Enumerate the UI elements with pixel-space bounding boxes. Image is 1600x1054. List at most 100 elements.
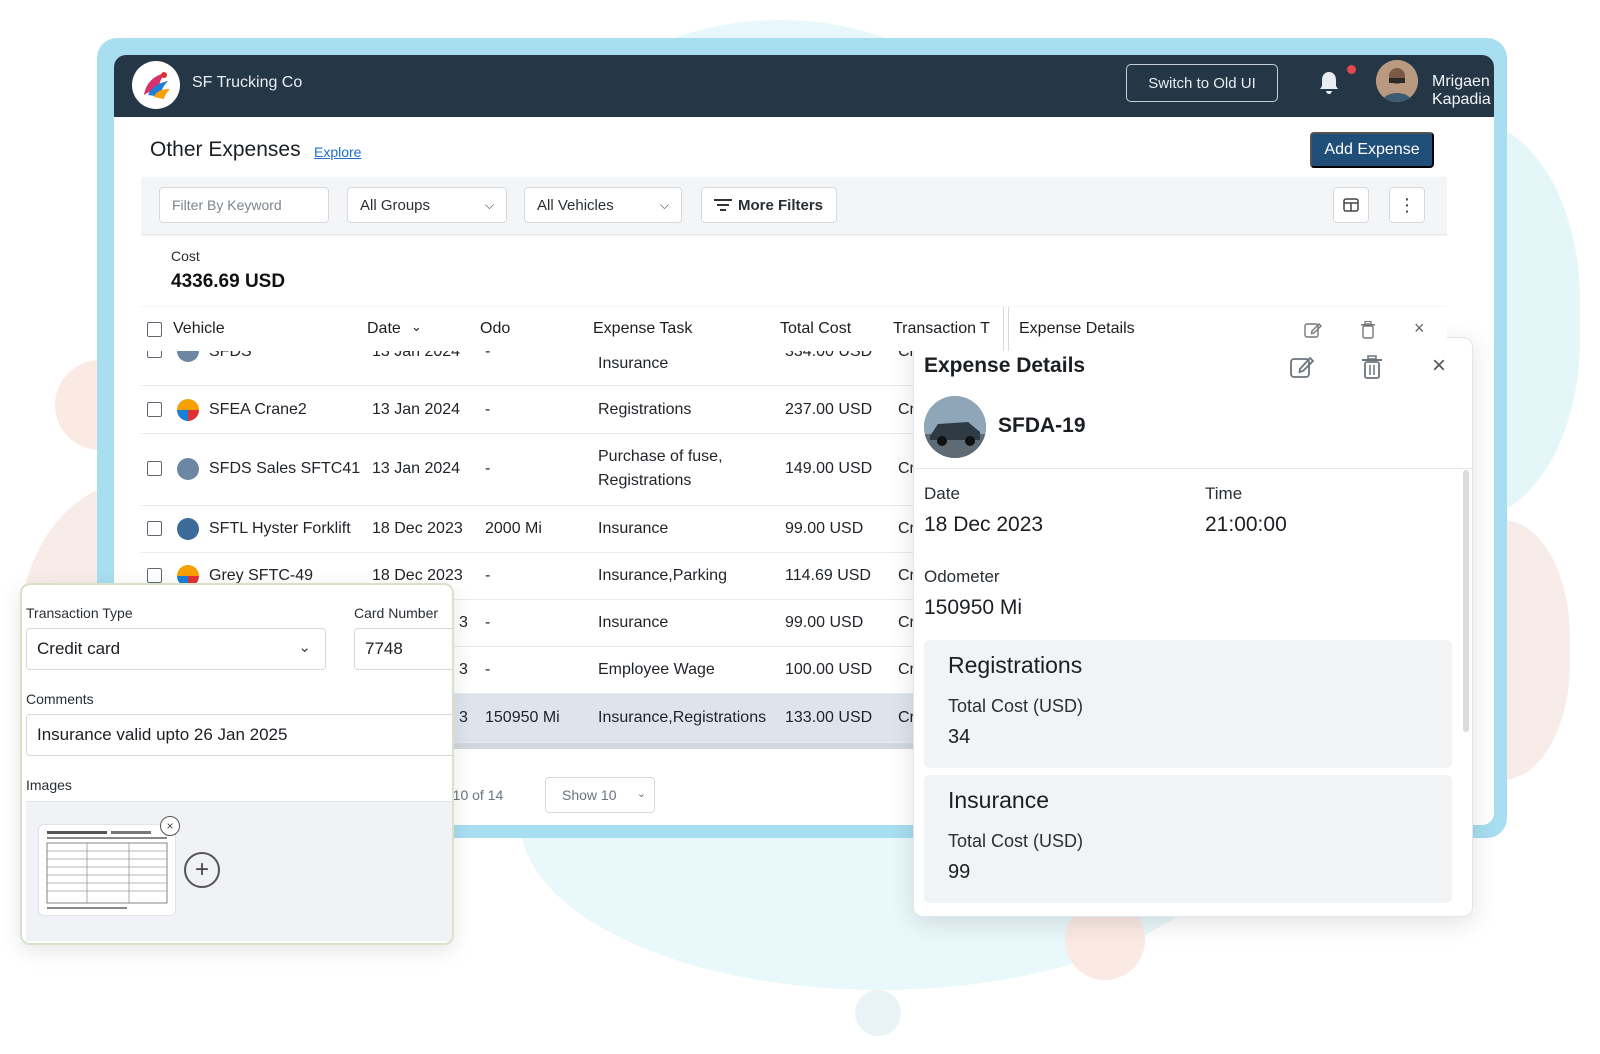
keyword-filter-input[interactable]: Filter By Keyword: [159, 187, 329, 223]
add-image-icon[interactable]: +: [184, 852, 220, 888]
kebab-menu-icon: ⋮: [1398, 195, 1416, 215]
close-icon[interactable]: ×: [1414, 318, 1425, 339]
vehicle-avatar: [177, 399, 199, 421]
date-value: 18 Dec 2023: [924, 513, 1044, 536]
column-divider: [1008, 307, 1009, 351]
row-checkbox[interactable]: [147, 402, 162, 417]
expense-date: 3: [459, 614, 468, 631]
row-checkbox[interactable]: [147, 521, 162, 536]
more-filters-button[interactable]: More Filters: [701, 187, 837, 223]
column-header-transaction-type[interactable]: Transaction T: [893, 320, 999, 338]
groups-select[interactable]: All Groups ⌵: [347, 187, 507, 223]
odometer: 150950 Mi: [485, 709, 560, 726]
column-header-vehicle[interactable]: Vehicle: [173, 320, 225, 338]
odometer: -: [485, 614, 491, 631]
vehicles-select[interactable]: All Vehicles ⌵: [524, 187, 682, 223]
total-cost: 149.00 USD: [785, 460, 873, 477]
card-number-label: Card Number: [354, 605, 439, 621]
vehicle-name[interactable]: SFEA Crane2: [209, 401, 307, 419]
comments-value: Insurance valid upto 26 Jan 2025: [37, 725, 288, 744]
column-layout-button[interactable]: [1333, 187, 1369, 223]
odometer: 2000 Mi: [485, 520, 542, 537]
user-name[interactable]: Mrigaen Kapadia: [1432, 73, 1494, 109]
switch-old-ui-button[interactable]: Switch to Old UI: [1126, 64, 1278, 102]
edit-icon[interactable]: [1304, 321, 1322, 339]
vehicle-photo: [924, 396, 986, 458]
expense-form-panel: Transaction Type Credit card ⌄ Card Numb…: [20, 583, 454, 945]
comments-input[interactable]: Insurance valid upto 26 Jan 2025: [26, 714, 452, 756]
expense-date: 13 Jan 2024: [372, 401, 461, 418]
row-checkbox[interactable]: [147, 461, 162, 476]
chevron-down-icon: ⌄: [636, 788, 646, 800]
transaction-type-label: Transaction Type: [26, 605, 133, 621]
trash-icon[interactable]: [1360, 321, 1376, 339]
card-number-input[interactable]: 7748: [354, 628, 452, 670]
chevron-down-icon: ⌵: [659, 198, 669, 212]
vehicle-avatar: [177, 458, 199, 480]
expense-item-card: Insurance Total Cost (USD) 99: [924, 775, 1452, 903]
vehicles-select-value: All Vehicles: [537, 196, 614, 214]
expense-task: Insurance,Registrations: [598, 709, 767, 726]
expense-date: 3: [459, 661, 468, 678]
column-header-odo[interactable]: Odo: [480, 320, 510, 338]
decor-blob: [855, 990, 901, 1036]
image-thumbnail[interactable]: [38, 824, 176, 916]
expense-date: 13 Jan 2024: [372, 460, 461, 477]
odometer-value: 150950 Mi: [924, 596, 1023, 619]
expense-item-name: Insurance: [948, 787, 1050, 813]
odometer: -: [485, 460, 491, 477]
vehicle-avatar: [177, 518, 199, 540]
expense-item-cost: 99: [948, 861, 971, 883]
company-logo[interactable]: [132, 61, 180, 109]
sort-down-icon[interactable]: ⌄: [411, 319, 422, 335]
table-columns-icon: [1343, 198, 1359, 212]
total-cost: 114.69 USD: [785, 567, 871, 584]
vertical-scrollbar[interactable]: [1463, 470, 1469, 732]
expense-task: Purchase of fuse,: [598, 448, 723, 465]
expense-item-card: Registrations Total Cost (USD) 34: [924, 640, 1452, 768]
user-avatar[interactable]: [1376, 60, 1418, 102]
row-checkbox[interactable]: [147, 568, 162, 583]
odometer-label: Odometer: [924, 567, 1000, 586]
vehicle-name[interactable]: SFDS Sales SFTC41: [209, 460, 360, 478]
vehicle-name[interactable]: SFDA-19: [998, 414, 1086, 438]
column-header-total-cost[interactable]: Total Cost: [780, 320, 851, 338]
explore-link[interactable]: Explore: [314, 144, 361, 160]
company-name: SF Trucking Co: [192, 74, 303, 91]
odometer: -: [485, 567, 491, 584]
more-options-button[interactable]: ⋮: [1389, 187, 1425, 223]
edit-icon[interactable]: [1289, 354, 1315, 380]
total-cost: 133.00 USD: [785, 709, 873, 726]
vehicle-name[interactable]: SFTL Hyster Forklift: [209, 520, 351, 538]
expense-task: Employee Wage: [598, 661, 715, 678]
top-navbar: SF Trucking Co Switch to Old UI Mrigaen …: [114, 55, 1494, 117]
details-panel-header: Expense Details: [1019, 320, 1135, 337]
remove-image-icon[interactable]: ×: [160, 816, 180, 836]
column-header-date[interactable]: Date: [367, 320, 401, 338]
add-expense-button[interactable]: Add Expense: [1310, 132, 1434, 168]
bell-icon[interactable]: [1317, 70, 1341, 96]
groups-select-value: All Groups: [360, 196, 431, 214]
trash-icon[interactable]: [1359, 354, 1385, 380]
cost-value: 4336.69 USD: [171, 271, 286, 292]
more-filters-label: More Filters: [738, 196, 824, 214]
card-number-value: 7748: [365, 639, 403, 658]
expense-item-cost: 34: [948, 726, 971, 748]
expense-item-cost-label: Total Cost (USD): [948, 831, 1084, 851]
page-size-select[interactable]: Show 10 ⌄: [545, 777, 655, 813]
column-divider[interactable]: [1003, 307, 1004, 351]
expense-date: 18 Dec 2023: [372, 520, 463, 537]
transaction-type-select[interactable]: Credit card ⌄: [26, 628, 326, 670]
odometer: -: [485, 401, 491, 418]
images-area: × +: [26, 801, 452, 941]
total-cost: 99.00 USD: [785, 520, 864, 537]
screen: SF Trucking Co Switch to Old UI Mrigaen …: [0, 0, 1600, 1054]
column-header-expense-task[interactable]: Expense Task: [593, 320, 692, 338]
close-icon[interactable]: ×: [1432, 352, 1446, 380]
transaction-type-value: Credit card: [37, 639, 121, 658]
expense-item-name: Registrations: [948, 652, 1083, 678]
date-label: Date: [924, 484, 960, 503]
images-label: Images: [26, 777, 72, 793]
filter-icon: [714, 199, 732, 211]
select-all-checkbox[interactable]: [147, 322, 162, 337]
